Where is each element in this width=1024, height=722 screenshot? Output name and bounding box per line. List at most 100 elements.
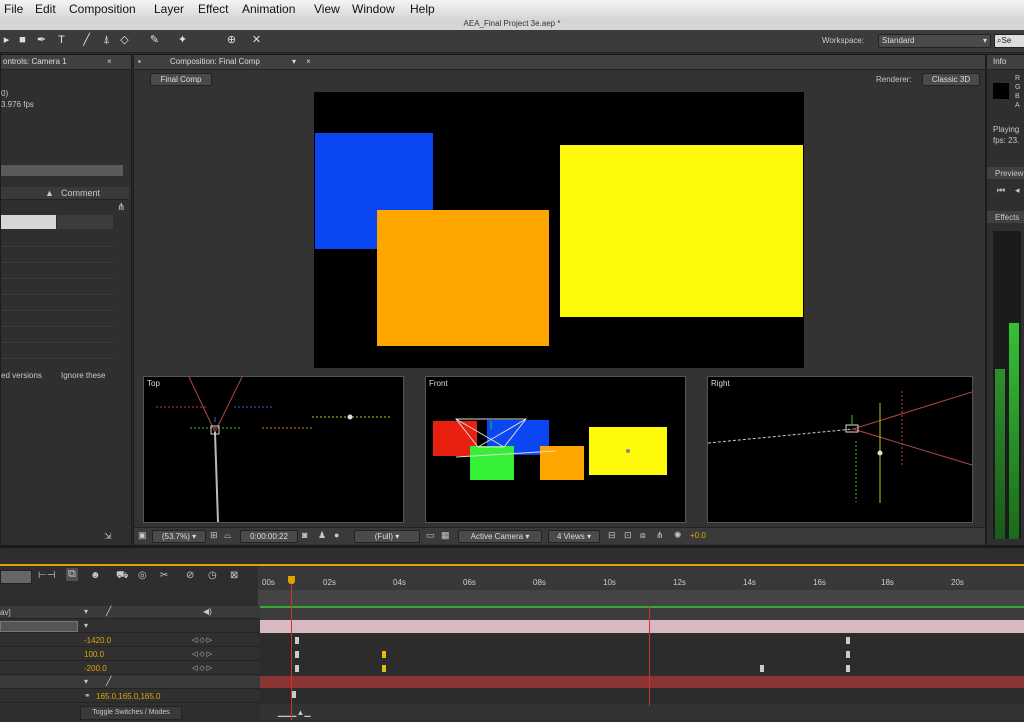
layer-row[interactable]: ▾ — [0, 620, 262, 633]
scale-link-icon[interactable]: ⚭ — [84, 691, 91, 700]
keyframe-tracks[interactable] — [260, 634, 1024, 674]
transparency-grid-icon[interactable]: ▦ — [441, 530, 450, 541]
tab-composition[interactable]: Composition: Final Comp — [170, 57, 260, 66]
keyframe-nav-icon[interactable]: ◁ ◇ ▷ — [192, 664, 212, 672]
pickwhip-icon[interactable]: ╱ — [106, 676, 111, 687]
pen-tool-icon[interactable]: ✒ — [35, 34, 48, 47]
time-ruler[interactable] — [258, 566, 1024, 590]
flowchart-view-icon[interactable]: ⋔ — [656, 530, 664, 541]
axis-mode-icon[interactable]: ⊕ — [225, 34, 238, 47]
menu-composition[interactable]: Composition — [69, 2, 136, 16]
roto-tool-icon[interactable]: ✎ — [148, 34, 161, 47]
breadcrumb-final-comp[interactable]: Final Comp — [150, 73, 212, 86]
snapshot-icon[interactable]: ◙ — [302, 530, 307, 540]
search-help-input[interactable]: ⌕Se — [994, 34, 1024, 48]
magnification-select[interactable]: (53.7%) ▾ — [152, 530, 206, 543]
layer-bar-pink[interactable] — [260, 620, 1024, 633]
orange-solid-layer[interactable] — [377, 210, 549, 346]
scroll-bar[interactable] — [1, 165, 123, 176]
current-time-indicator[interactable] — [291, 577, 292, 720]
expand-icon[interactable]: ▾ — [84, 621, 88, 630]
render-queue-icon[interactable]: ⊠ — [230, 570, 238, 581]
pixel-aspect-icon[interactable]: ⊟ — [608, 530, 616, 541]
toggle-icon[interactable]: ⇲ — [104, 531, 112, 542]
pickwhip-icon[interactable]: ╱ — [106, 606, 111, 617]
marker-track[interactable] — [260, 606, 1024, 620]
menu-file[interactable]: File — [4, 2, 23, 16]
draft-3d-icon[interactable]: ⧉ — [66, 568, 78, 581]
rect-tool-icon[interactable]: ■ — [16, 34, 29, 47]
view-layout-select[interactable]: 4 Views ▾ — [548, 530, 600, 543]
work-area-bar[interactable] — [258, 590, 1024, 606]
close-icon[interactable]: × — [107, 57, 112, 66]
mask-icon[interactable]: ⌓ — [224, 530, 231, 541]
keyframe[interactable] — [295, 651, 299, 658]
property-row[interactable]: -200.0 ◁ ◇ ▷ — [0, 662, 262, 675]
snap-icon[interactable]: ✕ — [250, 34, 263, 47]
property-row[interactable]: 100.0 ◁ ◇ ▷ — [0, 648, 262, 661]
keyframe-nav-icon[interactable]: ◁ ◇ ▷ — [192, 650, 212, 658]
lock-icon[interactable]: ▪ — [138, 57, 141, 66]
shy-icon[interactable]: ☻ — [90, 570, 101, 581]
keyframe[interactable] — [295, 637, 299, 644]
timeline-icon[interactable]: ⧈ — [640, 530, 646, 541]
clone-tool-icon[interactable]: ⍋ — [100, 34, 113, 47]
menu-effect[interactable]: Effect — [198, 2, 228, 16]
expand-icon[interactable]: ▾ — [84, 677, 88, 686]
zoom-slider-icon[interactable]: ▁▁▁▲▁ — [278, 708, 311, 717]
eraser-tool-icon[interactable]: ◇ — [118, 34, 131, 47]
keyframe[interactable] — [846, 651, 850, 658]
top-viewport[interactable]: Top — [143, 376, 404, 523]
expand-icon[interactable]: ▾ — [84, 607, 88, 616]
property-row[interactable]: -1420.0 ◁ ◇ ▷ — [0, 634, 262, 647]
exposure-icon[interactable]: ✺ — [674, 530, 682, 541]
roi-icon[interactable]: ▭ — [426, 530, 435, 541]
first-frame-icon[interactable]: ⏮ — [997, 185, 1005, 196]
layer-row[interactable]: ▾ ╱ — [0, 676, 262, 689]
flowchart-icon[interactable]: ⋔ — [117, 202, 125, 213]
renderer-button[interactable]: Classic 3D — [922, 73, 980, 86]
property-value[interactable]: -200.0 — [84, 664, 107, 673]
fast-preview-icon[interactable]: ⊡ — [624, 530, 632, 541]
keyframe-selected[interactable] — [382, 651, 386, 658]
graph-editor-icon[interactable]: ⊘ — [186, 570, 194, 581]
menu-view[interactable]: View — [314, 2, 340, 16]
brainstorm-icon[interactable]: ✂ — [160, 570, 168, 581]
yellow-solid-layer[interactable] — [560, 145, 803, 317]
play-icon[interactable]: ◂ — [1015, 185, 1020, 196]
tab-preview[interactable]: Preview — [995, 169, 1023, 178]
layer-row[interactable]: av] ▾ ╱ ◀) — [0, 606, 262, 619]
motion-blur-icon[interactable]: ◎ — [138, 570, 147, 581]
tab-menu-icon[interactable]: ▾ — [292, 57, 296, 66]
tab-effects[interactable]: Effects — [995, 213, 1019, 222]
arrow-tool-icon[interactable]: ▸ — [0, 34, 13, 47]
keyframe[interactable] — [760, 665, 764, 672]
tab-effect-controls[interactable]: ontrols: Camera 1 — [3, 57, 67, 66]
brush-tool-icon[interactable]: ╱ — [80, 34, 93, 47]
type-tool-icon[interactable]: T — [55, 34, 68, 47]
keyframe[interactable] — [846, 665, 850, 672]
toggle-switches-modes-button[interactable]: Toggle Switches / Modes — [80, 706, 182, 720]
menu-animation[interactable]: Animation — [242, 2, 295, 16]
show-snapshot-icon[interactable]: ♟ — [318, 530, 326, 541]
color-channel-icon[interactable]: ● — [334, 530, 339, 540]
keyframe[interactable] — [295, 665, 299, 672]
menu-window[interactable]: Window — [352, 2, 395, 16]
stopwatch-icon[interactable]: ◷ — [208, 570, 217, 581]
comment-cell[interactable] — [57, 215, 113, 229]
keyframe-selected[interactable] — [382, 665, 386, 672]
speaker-icon[interactable]: ◀) — [203, 607, 212, 616]
layer-bar-red[interactable] — [260, 676, 1024, 688]
timecode-field[interactable] — [0, 570, 32, 584]
property-value[interactable]: 100.0 — [84, 650, 104, 659]
menu-help[interactable]: Help — [410, 2, 435, 16]
scale-value[interactable]: 165.0,165.0,165.0 — [96, 692, 161, 701]
scale-track[interactable] — [260, 688, 1024, 704]
selected-row[interactable] — [1, 215, 56, 229]
keyframe-nav-icon[interactable]: ◁ ◇ ▷ — [192, 636, 212, 644]
safe-zones-icon[interactable]: ⊞ — [210, 530, 218, 541]
property-row[interactable]: ⚭ 165.0,165.0,165.0 — [0, 690, 262, 703]
menu-layer[interactable]: Layer — [154, 2, 184, 16]
active-camera-viewport[interactable] — [314, 92, 804, 368]
frame-blend-icon[interactable]: ⛟ — [116, 570, 129, 583]
